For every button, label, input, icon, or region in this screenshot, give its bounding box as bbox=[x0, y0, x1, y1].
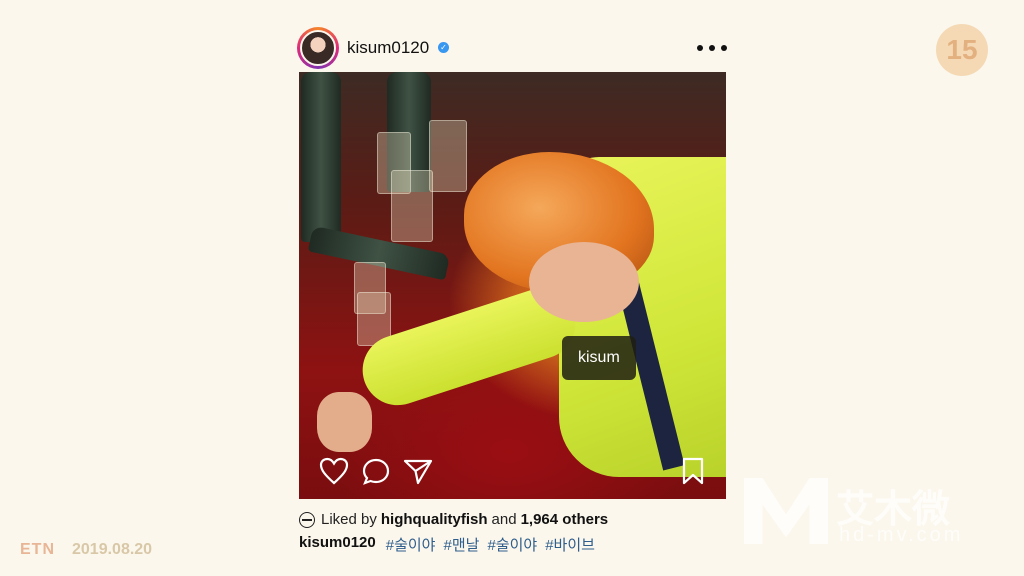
glass-image bbox=[391, 170, 433, 242]
broadcaster-logo: ETN bbox=[20, 541, 55, 558]
page-number-badge: 15 bbox=[936, 24, 988, 76]
glass-image bbox=[429, 120, 467, 192]
watermark: 艾木微 hd-mv.com bbox=[744, 478, 1004, 548]
hashtag[interactable]: #술이야 bbox=[386, 534, 436, 555]
post-actions bbox=[319, 457, 709, 487]
hand-image bbox=[317, 392, 372, 452]
heart-icon[interactable] bbox=[319, 457, 349, 485]
bottle-image bbox=[301, 72, 341, 242]
bookmark-icon[interactable] bbox=[681, 457, 705, 485]
post-caption: kisum0120 #술이야 #맨날 #술이야 #바이브 bbox=[299, 534, 595, 555]
liked-by-others[interactable]: 1,964 others bbox=[521, 511, 609, 528]
post-username[interactable]: kisum0120 bbox=[347, 38, 429, 58]
liked-by-icon bbox=[299, 511, 315, 528]
liked-by-prefix: Liked by bbox=[321, 511, 377, 528]
hashtag[interactable]: #바이브 bbox=[545, 534, 595, 555]
broadcast-date: 2019.08.20 bbox=[72, 541, 153, 558]
liked-by-joiner: and bbox=[491, 511, 517, 528]
hashtag[interactable]: #맨날 bbox=[443, 534, 479, 555]
avatar-image bbox=[300, 30, 336, 66]
hashtag[interactable]: #술이야 bbox=[487, 534, 537, 555]
caption-username[interactable]: kisum0120 bbox=[299, 534, 376, 555]
face-image bbox=[529, 242, 639, 322]
comment-icon[interactable] bbox=[361, 457, 391, 485]
liked-by-user[interactable]: highqualityfish bbox=[381, 511, 488, 528]
watermark-url: hd-mv.com bbox=[839, 524, 964, 546]
post-header: kisum0120 ✓ bbox=[297, 27, 727, 71]
more-options-icon[interactable] bbox=[697, 43, 727, 53]
avatar[interactable] bbox=[297, 27, 339, 69]
share-icon[interactable] bbox=[403, 457, 433, 485]
photo-tag[interactable]: kisum bbox=[562, 336, 636, 380]
post-photo[interactable]: kisum bbox=[299, 72, 726, 499]
verified-badge-icon: ✓ bbox=[438, 42, 449, 53]
watermark-logo-icon bbox=[744, 478, 828, 544]
likes-line: Liked by highqualityfish and 1,964 other… bbox=[299, 511, 608, 528]
